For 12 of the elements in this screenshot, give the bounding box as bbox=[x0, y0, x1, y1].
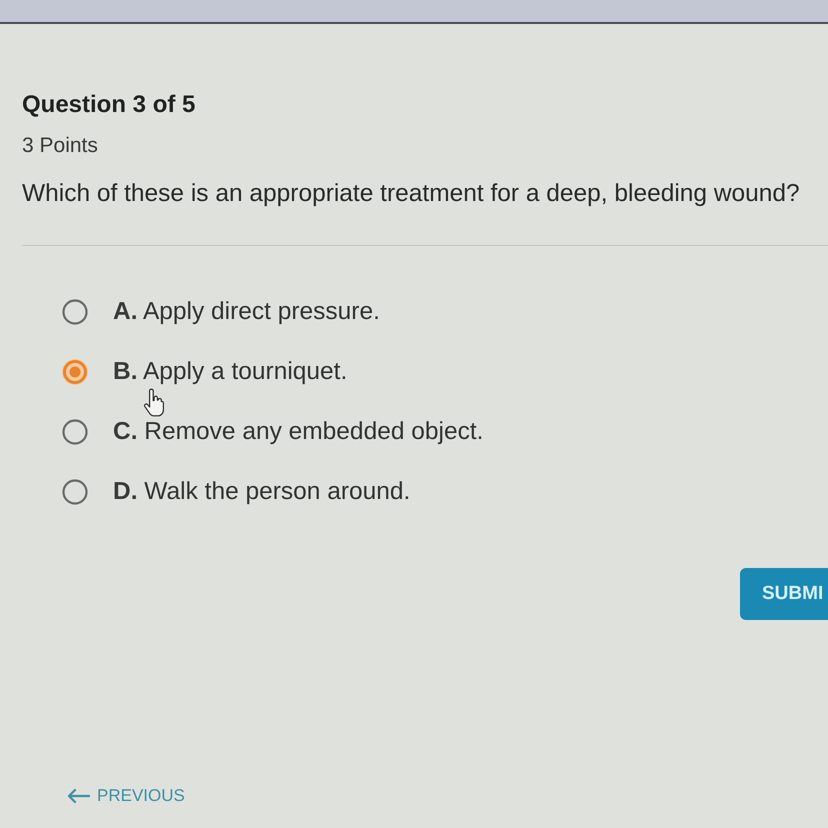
option-label[interactable]: A. Apply direct pressure. bbox=[113, 299, 380, 325]
question-prompt: Which of these is an appropriate treatment for a deep, bleeding wound? bbox=[22, 180, 801, 208]
radio-button[interactable] bbox=[61, 478, 89, 506]
points-label: 3 Points bbox=[22, 134, 99, 158]
radio-button[interactable] bbox=[61, 298, 89, 326]
radio-button[interactable] bbox=[61, 418, 89, 446]
option-label[interactable]: D. Walk the person around. bbox=[113, 479, 410, 505]
option-label[interactable]: B. Apply a tourniquet. bbox=[113, 359, 348, 385]
question-title: Question 3 of 5 bbox=[22, 91, 196, 119]
radio-button[interactable] bbox=[61, 358, 89, 386]
arrow-left-icon bbox=[66, 788, 90, 804]
option-label[interactable]: C. Remove any embedded object. bbox=[113, 419, 484, 445]
